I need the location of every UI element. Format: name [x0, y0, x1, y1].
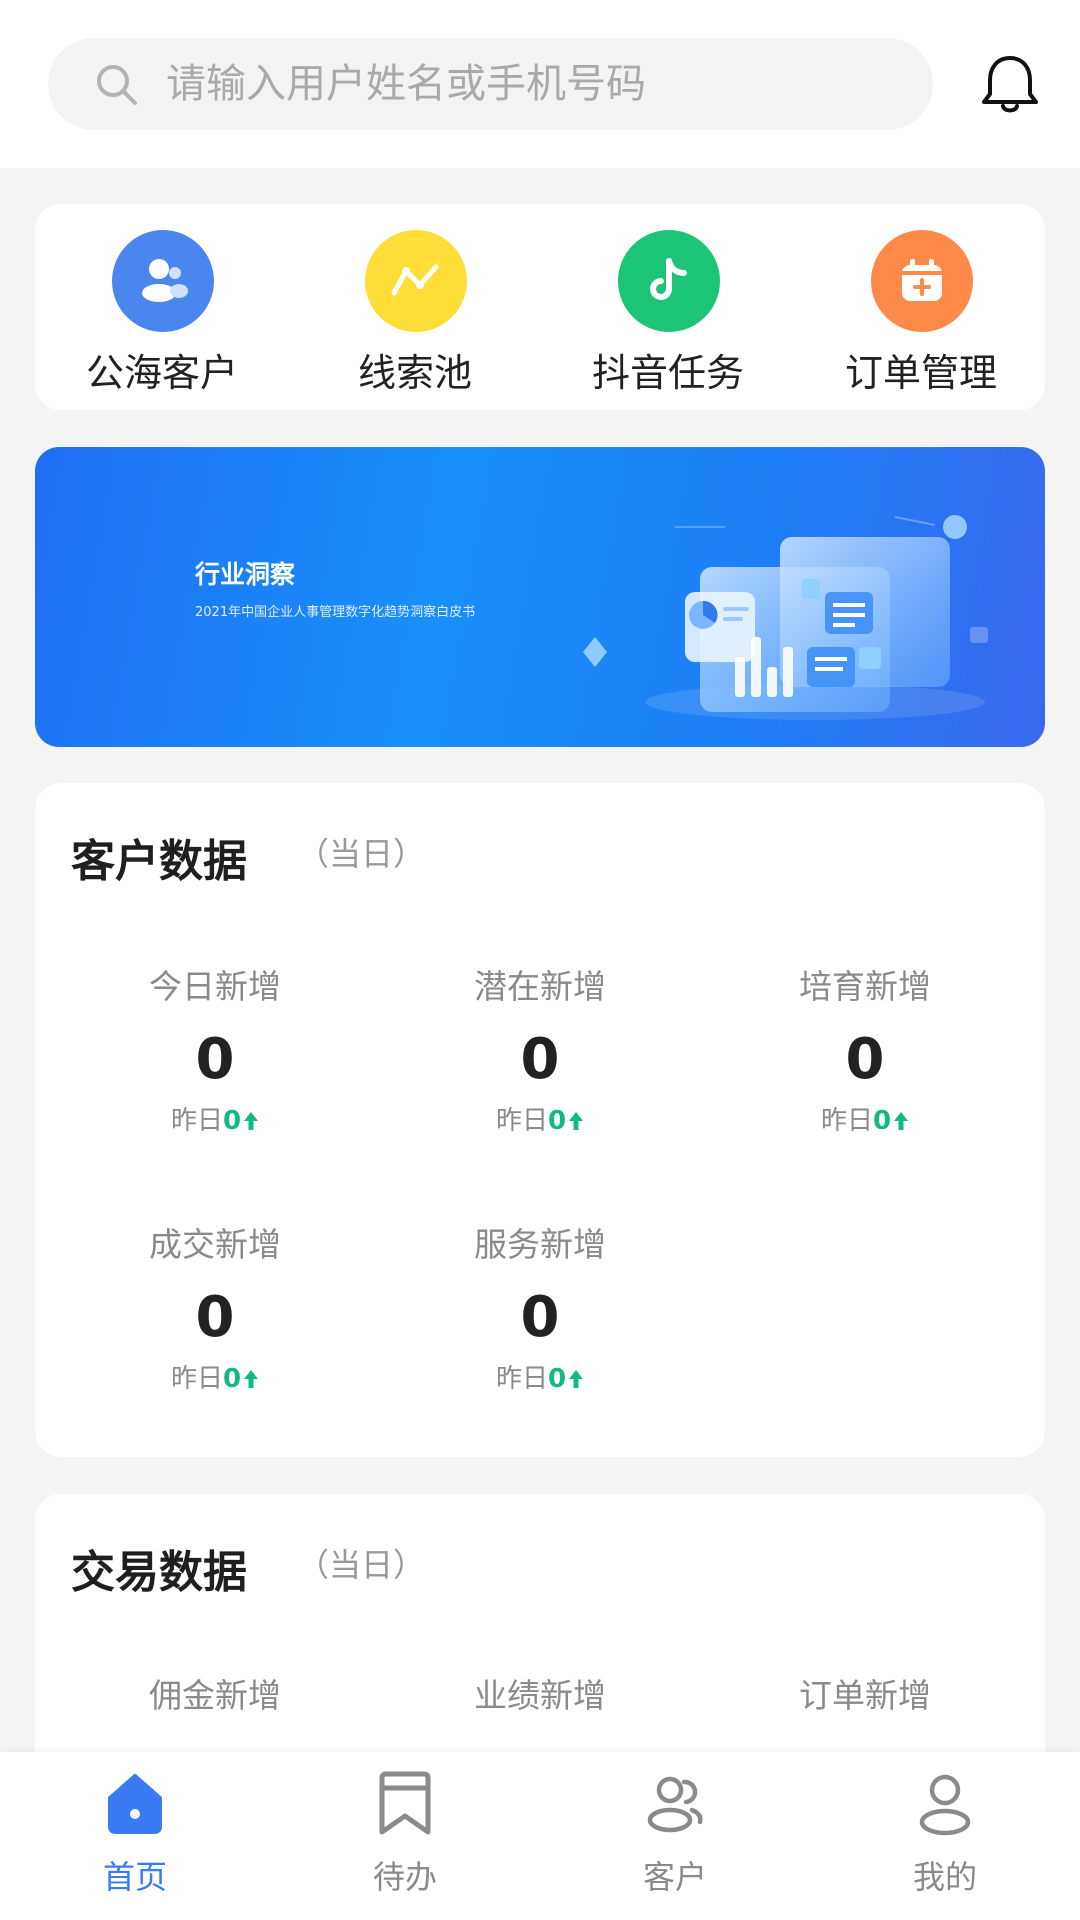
stat-value: 0 [520, 1285, 560, 1350]
bookmark-icon [379, 1771, 431, 1835]
user-icon [919, 1774, 971, 1836]
banner-subtitle: 2021年中国企业人事管理数字化趋势洞察白皮书 [195, 605, 476, 620]
stat-value: 0 [195, 1027, 235, 1092]
stat-service-new[interactable]: 服务新增 0 昨日0 [390, 1223, 690, 1397]
tiktok-icon [618, 230, 720, 332]
bottom-tab-bar: 首页 待办 客户 我的 [0, 1752, 1080, 1920]
stat-yesterday: 昨日0 [65, 1103, 365, 1139]
promo-banner[interactable]: 行业洞察 2021年中国企业人事管理数字化趋势洞察白皮书 [35, 447, 1045, 747]
yesterday-label: 昨日 [170, 1364, 223, 1394]
quick-action-label: 抖音任务 [591, 351, 744, 395]
quick-actions-card: 公海客户 线索池 抖音任务 订单管理 [35, 204, 1045, 410]
stat-commission-new[interactable]: 佣金新增 [65, 1674, 365, 1718]
customers-icon [112, 230, 214, 332]
yesterday-label: 昨日 [170, 1106, 223, 1136]
dashboard-illustration [583, 515, 988, 720]
section-title: 客户数据 [71, 836, 247, 887]
tab-todo[interactable]: 待办 [270, 1752, 540, 1920]
stat-value: 0 [195, 1285, 235, 1350]
tab-label: 待办 [372, 1858, 437, 1896]
search-icon [97, 65, 137, 105]
stat-yesterday: 昨日0 [715, 1103, 1015, 1139]
stat-performance-new[interactable]: 业绩新增 [390, 1674, 690, 1718]
stat-deal-new[interactable]: 成交新增 0 昨日0 [65, 1223, 365, 1397]
quick-action-label: 公海客户 [85, 351, 238, 395]
stat-label: 今日新增 [149, 967, 281, 1006]
search-bar[interactable] [48, 38, 933, 130]
yesterday-value: 0 [222, 1106, 242, 1136]
stat-label: 成交新增 [149, 1225, 281, 1264]
stat-label: 培育新增 [799, 967, 931, 1006]
customer-data-card: 客户数据 （当日） 今日新增 0 昨日0 潜在新增 0 昨日0 培育新增 0 昨… [35, 783, 1045, 1457]
tab-label: 客户 [642, 1858, 707, 1896]
section-note: （当日） [297, 1546, 426, 1584]
quick-action-label: 订单管理 [844, 351, 997, 395]
section-note: （当日） [297, 835, 426, 873]
stat-label: 服务新增 [474, 1225, 606, 1264]
tab-label: 首页 [102, 1858, 167, 1896]
up-arrow-icon [569, 1112, 584, 1130]
tab-home[interactable]: 首页 [0, 1752, 270, 1920]
search-input[interactable] [166, 38, 906, 130]
quick-action-label: 线索池 [357, 351, 472, 395]
stat-value: 0 [845, 1027, 885, 1092]
yesterday-label: 昨日 [820, 1106, 873, 1136]
yesterday-label: 昨日 [495, 1106, 548, 1136]
stat-label: 业绩新增 [474, 1676, 606, 1715]
yesterday-label: 昨日 [495, 1364, 548, 1394]
stat-yesterday: 昨日0 [65, 1361, 365, 1397]
stat-potential-new[interactable]: 潜在新增 0 昨日0 [390, 965, 690, 1139]
stat-yesterday: 昨日0 [390, 1361, 690, 1397]
yesterday-value: 0 [872, 1106, 892, 1136]
users-icon [647, 1776, 703, 1833]
stat-label: 订单新增 [799, 1676, 931, 1715]
quick-action-douyin-task[interactable]: 抖音任务 [568, 230, 768, 400]
stat-label: 潜在新增 [474, 967, 606, 1006]
up-arrow-icon [569, 1370, 584, 1388]
up-arrow-icon [244, 1112, 259, 1130]
home-icon [108, 1774, 162, 1834]
top-header [0, 0, 1080, 168]
stat-label: 佣金新增 [149, 1676, 281, 1715]
quick-action-lead-pool[interactable]: 线索池 [315, 230, 515, 400]
quick-action-order-management[interactable]: 订单管理 [821, 230, 1021, 400]
yesterday-value: 0 [222, 1364, 242, 1394]
banner-title: 行业洞察 [195, 560, 296, 589]
tab-customers[interactable]: 客户 [540, 1752, 810, 1920]
stat-order-new[interactable]: 订单新增 [715, 1674, 1015, 1718]
tab-mine[interactable]: 我的 [810, 1752, 1080, 1920]
tab-label: 我的 [912, 1858, 977, 1896]
quick-action-public-customers[interactable]: 公海客户 [62, 230, 262, 400]
up-arrow-icon [894, 1112, 909, 1130]
bell-icon[interactable] [975, 50, 1045, 120]
calendar-add-icon [871, 230, 973, 332]
yesterday-value: 0 [547, 1364, 567, 1394]
up-arrow-icon [244, 1370, 259, 1388]
yesterday-value: 0 [547, 1106, 567, 1136]
stat-yesterday: 昨日0 [390, 1103, 690, 1139]
stat-value: 0 [520, 1027, 560, 1092]
trend-line-icon [365, 230, 467, 332]
stat-today-new[interactable]: 今日新增 0 昨日0 [65, 965, 365, 1139]
stat-nurture-new[interactable]: 培育新增 0 昨日0 [715, 965, 1015, 1139]
section-title: 交易数据 [71, 1547, 247, 1598]
